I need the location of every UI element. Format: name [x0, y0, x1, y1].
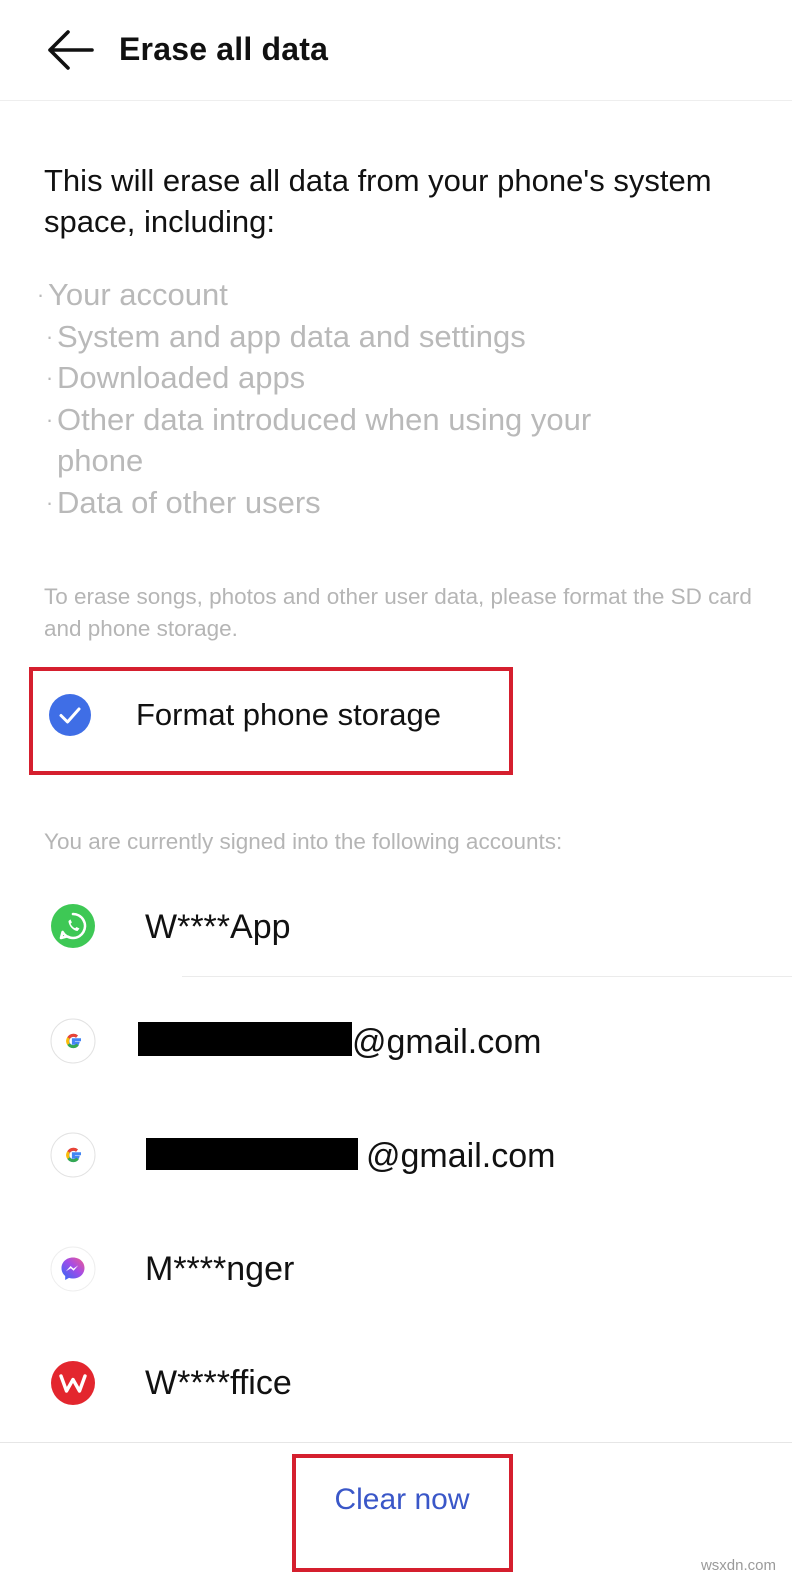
back-button[interactable] [44, 28, 96, 72]
account-label: @gmail.com [352, 1023, 542, 1061]
page-title: Erase all data [119, 31, 329, 67]
erase-items-list: · Your account · System and app data and s… [33, 274, 733, 524]
divider [182, 976, 792, 977]
redacted-email [146, 1138, 358, 1170]
intro-text: This will erase all data from your phone… [44, 163, 712, 239]
account-label: @gmail.com [366, 1137, 556, 1175]
checkmark-circle-icon [49, 694, 91, 736]
wps-office-icon [51, 1361, 95, 1405]
format-phone-storage-checkbox[interactable]: Format phone storage [44, 690, 504, 740]
account-label: M****nger [145, 1250, 295, 1288]
redacted-email [138, 1022, 352, 1056]
top-app-bar: Erase all data [0, 0, 792, 101]
whatsapp-icon [51, 904, 95, 948]
account-item-messenger: M****nger [0, 1214, 792, 1324]
list-item: · Downloaded apps [45, 360, 306, 396]
account-item-whatsapp: W****App [0, 874, 792, 984]
clear-now-button[interactable]: Clear now [312, 1478, 492, 1522]
list-item: · Data of other users [45, 484, 321, 520]
divider [0, 1442, 792, 1443]
list-item: · Other data introduced when using your p… [45, 401, 592, 479]
account-item-google-1: @gmail.com [0, 986, 792, 1096]
list-item: · Your account [36, 277, 228, 312]
storage-note: To erase songs, photos and other user da… [44, 584, 752, 641]
account-label: W****ffice [145, 1364, 292, 1402]
messenger-icon [50, 1246, 96, 1292]
account-label: W****App [145, 908, 291, 946]
watermark: wsxdn.com [700, 1557, 776, 1574]
accounts-note: You are currently signed into the follow… [44, 829, 563, 854]
account-item-google-2: @gmail.com [0, 1100, 792, 1210]
account-item-wps-office: W****ffice [0, 1328, 792, 1438]
arrow-left-icon [48, 30, 94, 70]
google-icon [50, 1018, 96, 1064]
list-item: · System and app data and settings [45, 318, 526, 354]
format-phone-storage-label: Format phone storage [136, 697, 442, 732]
google-icon [50, 1132, 96, 1178]
